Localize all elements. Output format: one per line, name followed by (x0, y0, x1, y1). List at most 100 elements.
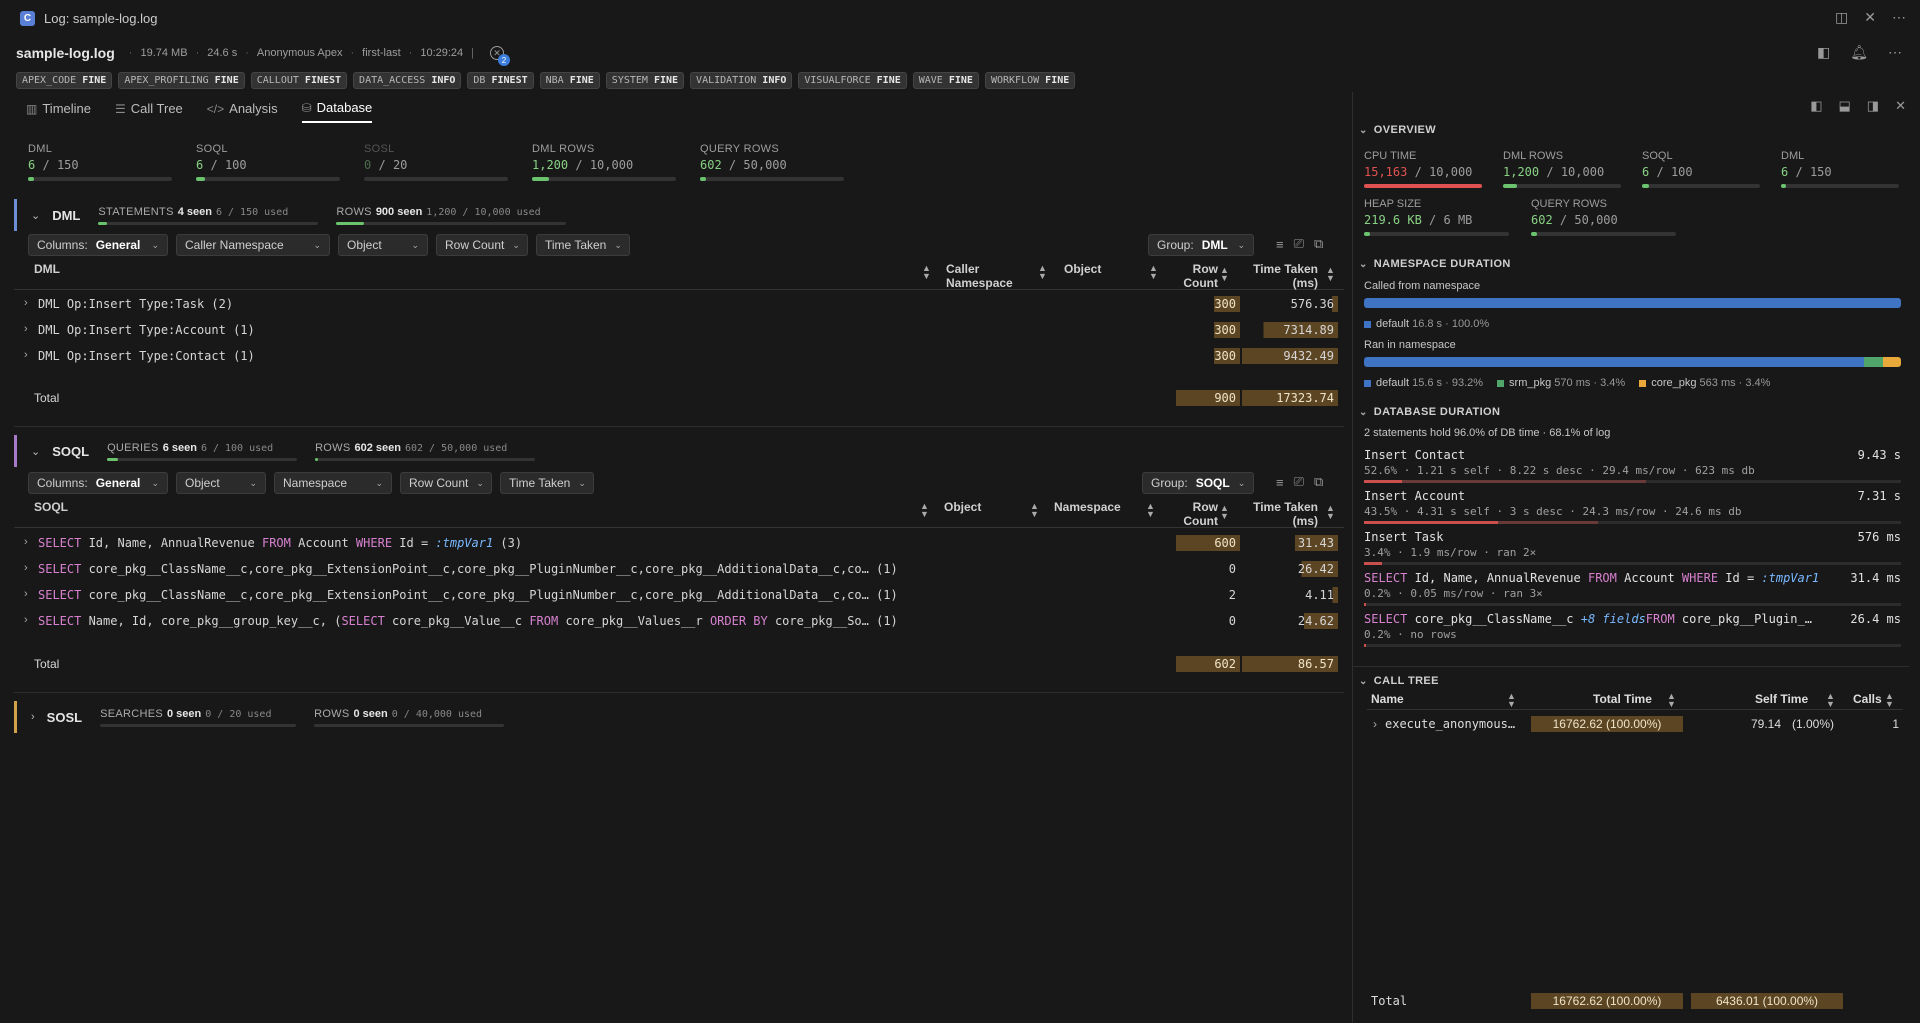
chevron-right-icon[interactable]: › (24, 297, 28, 309)
table-row[interactable]: › SELECT core_pkg__ClassName__c,core_pkg_… (14, 557, 1344, 583)
tab-analysis[interactable]: </> Analysis (207, 100, 278, 123)
dml-section-header[interactable]: ⌄ DML STATEMENTS 4 seen 6 / 150 used ROWS 9… (14, 199, 1346, 231)
split-editor-icon[interactable]: ◫ (1835, 9, 1848, 26)
sort-icon[interactable]: ▲ ▼ (922, 264, 931, 281)
log-level-badge[interactable]: NBA FINE (539, 72, 600, 89)
table-row[interactable]: › SELECT core_pkg__ClassName__c,core_pkg_… (14, 583, 1344, 609)
group-dropdown[interactable]: Group: DML ⌄ (1148, 234, 1254, 256)
col-header-object[interactable]: Object (1064, 262, 1101, 276)
log-level-badge[interactable]: DB FINEST (467, 72, 534, 89)
export-icon[interactable]: ⎚ (1294, 474, 1304, 490)
log-level-badge[interactable]: WAVE FINE (912, 72, 979, 89)
log-level-badge[interactable]: APEX_CODE FINE (16, 72, 113, 89)
group-dropdown[interactable]: Group: SOQL ⌄ (1142, 472, 1254, 494)
sort-icon[interactable]: ▲ ▼ (1146, 502, 1155, 519)
chevron-right-icon[interactable]: › (24, 323, 28, 335)
chevron-right-icon[interactable]: › (1373, 717, 1377, 731)
log-level-badge[interactable]: SYSTEM FINE (605, 72, 685, 89)
call-tree-row[interactable]: › execute_anonymous… 16762.62 (100.00%) … (1367, 713, 1903, 735)
sort-icon[interactable]: ▲ ▼ (1885, 692, 1894, 709)
wrap-icon[interactable]: ≡ (1276, 237, 1284, 252)
sort-icon[interactable]: ▲ ▼ (920, 502, 929, 519)
sort-icon[interactable]: ▲ ▼ (1038, 264, 1047, 281)
chevron-right-icon[interactable]: › (31, 711, 35, 723)
filter-caller-namespace[interactable]: Caller Namespace ⌄ (176, 234, 330, 256)
table-row[interactable]: › SELECT Name, Id, core_pkg__group_key__c… (14, 609, 1344, 635)
col-header-self-time[interactable]: Self Time (1755, 692, 1808, 706)
sort-icon[interactable]: ▲ ▼ (1220, 504, 1229, 521)
log-level-badge[interactable]: VALIDATION INFO (690, 72, 793, 89)
col-header-time-taken[interactable]: Time Taken (ms) (1246, 500, 1318, 528)
filter-time-taken[interactable]: Time Taken ⌄ (500, 472, 594, 494)
col-header-row-count[interactable]: Row Count (1174, 500, 1218, 528)
table-row[interactable]: › DML Op:Insert Type:Account (1) 300 7314.8… (14, 318, 1344, 344)
col-header-caller-namespace[interactable]: Caller Namespace (946, 262, 1026, 290)
close-icon[interactable]: ✕ (1895, 98, 1906, 114)
sosl-section-header[interactable]: › SOSL SEARCHES 0 seen 0 / 20 used ROWS 0 s… (14, 701, 1346, 733)
sort-icon[interactable]: ▲ ▼ (1826, 692, 1835, 709)
log-level-badge[interactable]: VISUALFORCE FINE (798, 72, 907, 89)
tab-timeline[interactable]: ▥ Timeline (26, 100, 91, 123)
log-level-badge[interactable]: APEX_PROFILING FINE (118, 72, 245, 89)
table-row[interactable]: › DML Op:Insert Type:Contact (1) 300 9432.4… (14, 344, 1344, 370)
col-header-time-taken[interactable]: Time Taken (ms) (1246, 262, 1318, 290)
chevron-right-icon[interactable]: › (24, 536, 28, 548)
layout-bottom-icon[interactable]: ⬓ (1839, 98, 1851, 114)
chevron-down-icon[interactable]: ⌄ (31, 445, 40, 458)
filter-object[interactable]: Object ⌄ (338, 234, 428, 256)
namespace-duration-header[interactable]: ⌄ NAMESPACE DURATION (1359, 258, 1511, 270)
col-header-namespace[interactable]: Namespace (1054, 500, 1121, 514)
filter-namespace[interactable]: Namespace ⌄ (274, 472, 392, 494)
col-header-object[interactable]: Object (944, 500, 981, 514)
col-header-soql[interactable]: SOQL (34, 500, 68, 514)
filter-row-count[interactable]: Row Count ⌄ (436, 234, 528, 256)
log-level-badge[interactable]: DATA_ACCESS INFO (353, 72, 462, 89)
filter-time-taken[interactable]: Time Taken ⌄ (536, 234, 630, 256)
db-duration-item[interactable]: Insert Account 7.31 s 43.5% · 4.31 s self … (1364, 489, 1901, 524)
wrap-icon[interactable]: ≡ (1276, 475, 1284, 490)
export-icon[interactable]: ⎚ (1294, 236, 1304, 252)
copy-icon[interactable]: ⧉ (1314, 236, 1323, 252)
more-icon[interactable]: ⋯ (1892, 9, 1906, 26)
toggle-panel-icon[interactable]: ◧ (1817, 44, 1830, 61)
columns-dropdown[interactable]: Columns: General ⌄ (28, 472, 168, 494)
table-row[interactable]: › SELECT Id, Name, AnnualRevenue FROM Acc… (14, 531, 1344, 557)
filter-object[interactable]: Object ⌄ (176, 472, 266, 494)
chevron-right-icon[interactable]: › (24, 349, 28, 361)
chevron-down-icon[interactable]: ⌄ (31, 209, 40, 222)
col-header-row-count[interactable]: Row Count (1174, 262, 1218, 290)
chevron-right-icon[interactable]: › (24, 614, 28, 626)
tab-call-tree[interactable]: ☰ Call Tree (115, 100, 183, 123)
sort-icon[interactable]: ▲ ▼ (1149, 264, 1158, 281)
log-level-badge[interactable]: CALLOUT FINEST (250, 72, 348, 89)
db-duration-item[interactable]: SELECT core_pkg__ClassName__c +8 fieldsF… (1364, 612, 1901, 647)
table-row[interactable]: › DML Op:Insert Type:Task (2) 300 576.36 (14, 292, 1344, 318)
col-header-total-time[interactable]: Total Time (1593, 692, 1652, 706)
soql-section-header[interactable]: ⌄ SOQL QUERIES 6 seen 6 / 100 used ROWS 602… (14, 435, 1346, 467)
call-tree-header[interactable]: ⌄ CALL TREE (1353, 666, 1909, 687)
db-duration-item[interactable]: SELECT Id, Name, AnnualRevenue FROM Acco… (1364, 571, 1901, 606)
close-icon[interactable]: ✕ (1864, 9, 1876, 26)
overview-header[interactable]: ⌄ OVERVIEW (1359, 124, 1436, 136)
sort-icon[interactable]: ▲ ▼ (1507, 692, 1516, 709)
filter-row-count[interactable]: Row Count ⌄ (400, 472, 492, 494)
columns-dropdown[interactable]: Columns: General ⌄ (28, 234, 168, 256)
more-icon[interactable]: ⋯ (1888, 44, 1902, 61)
copy-icon[interactable]: ⧉ (1314, 474, 1323, 490)
sort-icon[interactable]: ▲ ▼ (1030, 502, 1039, 519)
issues-icon[interactable]: ✕ 2 (490, 46, 511, 66)
sort-icon[interactable]: ▲ ▼ (1326, 266, 1335, 283)
sort-icon[interactable]: ▲ ▼ (1326, 504, 1335, 521)
layout-left-icon[interactable]: ◧ (1810, 98, 1822, 114)
db-duration-item[interactable]: Insert Task 576 ms 3.4% · 1.9 ms/row · ran… (1364, 530, 1901, 565)
database-duration-header[interactable]: ⌄ DATABASE DURATION (1359, 406, 1500, 418)
col-header-name[interactable]: Name (1371, 692, 1404, 706)
col-header-dml[interactable]: DML (34, 262, 60, 276)
col-header-calls[interactable]: Calls (1853, 692, 1882, 706)
sort-icon[interactable]: ▲ ▼ (1667, 692, 1676, 709)
bell-icon[interactable]: 🔔︎ (1850, 44, 1868, 61)
db-duration-item[interactable]: Insert Contact 9.43 s 52.6% · 1.21 s self … (1364, 448, 1901, 483)
layout-right-icon[interactable]: ◨ (1867, 98, 1879, 114)
sort-icon[interactable]: ▲ ▼ (1220, 266, 1229, 283)
tab-database[interactable]: ⛁ Database (301, 100, 373, 123)
